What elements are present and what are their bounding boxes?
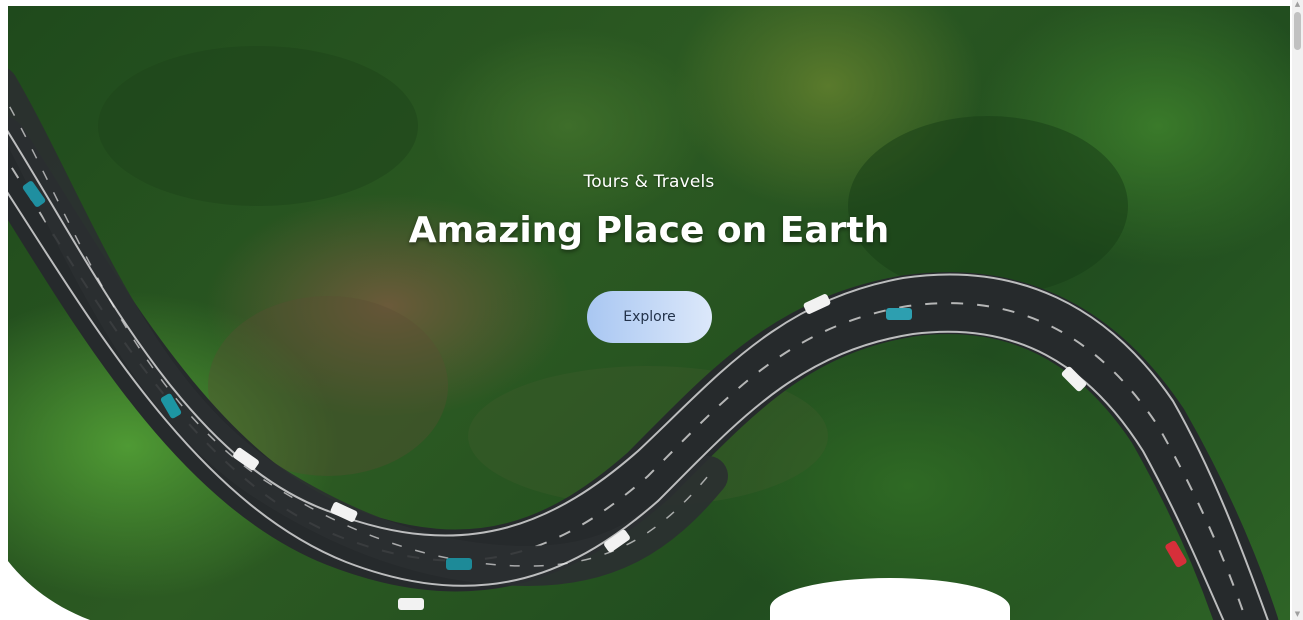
- page: Tours & Travels Amazing Place on Earth E…: [0, 0, 1303, 620]
- page-scrollbar[interactable]: ▲ ▼: [1292, 0, 1303, 620]
- scroll-up-arrow-icon[interactable]: ▲: [1293, 0, 1302, 8]
- decorative-wave-left: [0, 550, 90, 620]
- explore-button[interactable]: Explore: [587, 291, 712, 343]
- scroll-down-arrow-icon[interactable]: ▼: [1293, 610, 1302, 618]
- scrollbar-thumb[interactable]: [1294, 12, 1301, 50]
- hero-title: Amazing Place on Earth: [408, 210, 890, 251]
- hero-subtitle: Tours & Travels: [583, 172, 715, 192]
- hero-content: Tours & Travels Amazing Place on Earth E…: [8, 6, 1290, 620]
- hero-section: Tours & Travels Amazing Place on Earth E…: [8, 6, 1290, 620]
